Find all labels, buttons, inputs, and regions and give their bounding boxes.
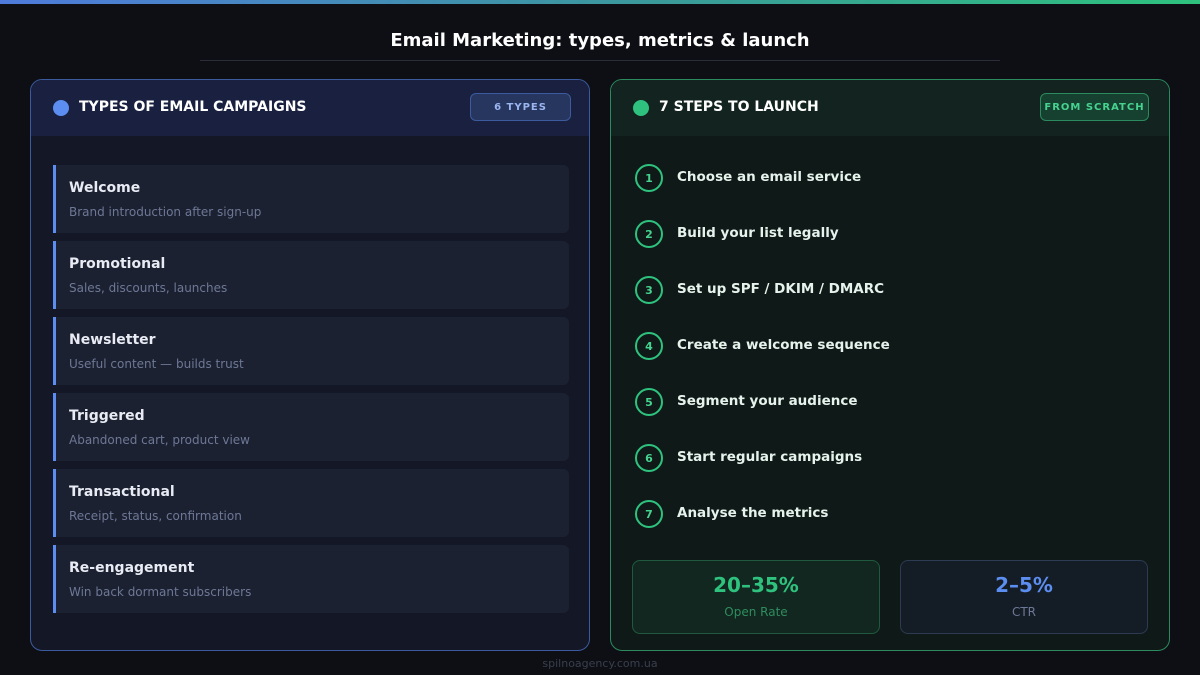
metric-label: CTR bbox=[1011, 605, 1037, 619]
open-rate-metric: 20–35% Open Rate bbox=[632, 560, 880, 634]
step-item: 6 Start regular campaigns bbox=[633, 444, 1133, 474]
step-label: Segment your audience bbox=[677, 393, 858, 409]
step-number: 3 bbox=[635, 276, 663, 304]
type-description: Abandoned cart, product view bbox=[69, 433, 250, 447]
type-description: Receipt, status, confirmation bbox=[69, 509, 242, 523]
type-name: Welcome bbox=[69, 180, 141, 196]
type-card-triggered: Triggered Abandoned cart, product view bbox=[53, 393, 569, 461]
type-name: Triggered bbox=[69, 408, 145, 424]
step-label: Create a welcome sequence bbox=[677, 337, 890, 353]
from-scratch-badge: FROM SCRATCH bbox=[1040, 93, 1149, 121]
step-number: 1 bbox=[635, 164, 663, 192]
metric-label: Open Rate bbox=[724, 605, 788, 619]
step-item: 2 Build your list legally bbox=[633, 220, 1133, 250]
page-title: Email Marketing: types, metrics & launch bbox=[390, 30, 810, 51]
step-number: 5 bbox=[635, 388, 663, 416]
step-label: Choose an email service bbox=[677, 169, 862, 185]
type-description: Sales, discounts, launches bbox=[69, 281, 228, 295]
metric-value: 2–5% bbox=[995, 573, 1053, 597]
step-item: 3 Set up SPF / DKIM / DMARC bbox=[633, 276, 1133, 306]
type-name: Re-engagement bbox=[69, 560, 195, 576]
step-item: 7 Analyse the metrics bbox=[633, 500, 1133, 530]
green-dot-icon bbox=[633, 100, 649, 116]
title-divider bbox=[200, 60, 1000, 61]
type-card-welcome: Welcome Brand introduction after sign-up bbox=[53, 165, 569, 233]
step-label: Build your list legally bbox=[677, 225, 839, 241]
type-name: Transactional bbox=[69, 484, 175, 500]
step-number: 4 bbox=[635, 332, 663, 360]
type-description: Brand introduction after sign-up bbox=[69, 205, 262, 219]
blue-dot-icon bbox=[53, 100, 69, 116]
type-description: Win back dormant subscribers bbox=[69, 585, 252, 599]
footer-site-url: spilnoagency.com.ua bbox=[542, 657, 658, 670]
type-card-re-engagement: Re-engagement Win back dormant subscribe… bbox=[53, 545, 569, 613]
type-name: Newsletter bbox=[69, 332, 156, 348]
types-count-badge: 6 TYPES bbox=[470, 93, 571, 121]
step-number: 2 bbox=[635, 220, 663, 248]
steps-panel-title: 7 STEPS TO LAUNCH bbox=[659, 99, 819, 115]
steps-panel: 7 STEPS TO LAUNCH FROM SCRATCH 1 Choose … bbox=[610, 79, 1170, 651]
type-card-transactional: Transactional Receipt, status, confirmat… bbox=[53, 469, 569, 537]
types-panel-title: TYPES OF EMAIL CAMPAIGNS bbox=[79, 99, 307, 115]
step-item: 4 Create a welcome sequence bbox=[633, 332, 1133, 362]
type-name: Promotional bbox=[69, 256, 166, 272]
step-item: 1 Choose an email service bbox=[633, 164, 1133, 194]
metric-value: 20–35% bbox=[713, 573, 799, 597]
step-label: Start regular campaigns bbox=[677, 449, 863, 465]
type-card-newsletter: Newsletter Useful content — builds trust bbox=[53, 317, 569, 385]
step-label: Set up SPF / DKIM / DMARC bbox=[677, 281, 885, 297]
top-accent-bar bbox=[0, 0, 1200, 4]
ctr-metric: 2–5% CTR bbox=[900, 560, 1148, 634]
steps-panel-header: 7 STEPS TO LAUNCH FROM SCRATCH bbox=[611, 80, 1169, 136]
type-description: Useful content — builds trust bbox=[69, 357, 244, 371]
types-panel-header: TYPES OF EMAIL CAMPAIGNS 6 TYPES bbox=[31, 80, 589, 136]
type-card-promotional: Promotional Sales, discounts, launches bbox=[53, 241, 569, 309]
step-label: Analyse the metrics bbox=[677, 505, 829, 521]
types-panel: TYPES OF EMAIL CAMPAIGNS 6 TYPES Welcome… bbox=[30, 79, 590, 651]
step-number: 7 bbox=[635, 500, 663, 528]
step-item: 5 Segment your audience bbox=[633, 388, 1133, 418]
step-number: 6 bbox=[635, 444, 663, 472]
